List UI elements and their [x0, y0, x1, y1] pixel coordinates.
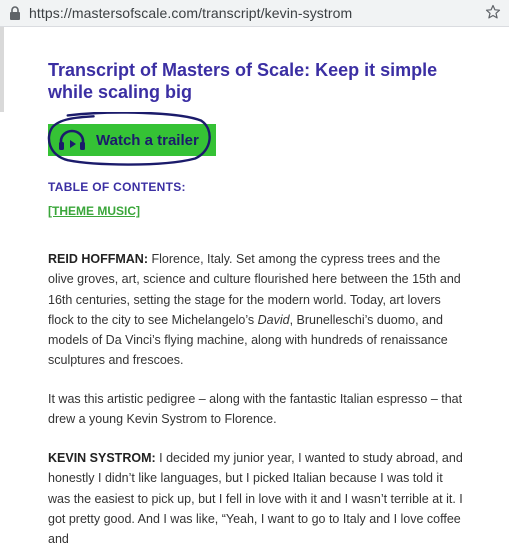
toc-heading: TABLE OF CONTENTS:	[48, 180, 186, 194]
bookmark-star-icon[interactable]	[485, 4, 501, 20]
speaker-name: KEVIN SYSTROM:	[48, 451, 156, 465]
side-edge	[0, 27, 4, 112]
transcript-paragraph: REID HOFFMAN: Florence, Italy. Set among…	[48, 249, 468, 371]
page-title: Transcript of Masters of Scale: Keep it …	[48, 60, 438, 102]
toc-link-theme-music[interactable]: [THEME MUSIC]	[48, 204, 140, 218]
transcript-paragraph: It was this artistic pedigree – along wi…	[48, 389, 468, 430]
paragraph-text: I decided my junior year, I wanted to st…	[48, 451, 463, 547]
headphones-icon	[59, 129, 85, 150]
paragraph-text: It was this artistic pedigree – along wi…	[48, 392, 463, 427]
address-bar[interactable]: https://mastersofscale.com/transcript/ke…	[0, 0, 509, 27]
lock-icon	[10, 6, 20, 20]
url-text[interactable]: https://mastersofscale.com/transcript/ke…	[29, 5, 352, 21]
transcript-paragraph: KEVIN SYSTROM: I decided my junior year,…	[48, 448, 468, 549]
speaker-name: REID HOFFMAN:	[48, 252, 148, 266]
italic-text: David	[257, 312, 290, 327]
watch-trailer-label: Watch a trailer	[96, 131, 199, 149]
watch-trailer-button[interactable]: Watch a trailer	[47, 112, 216, 166]
